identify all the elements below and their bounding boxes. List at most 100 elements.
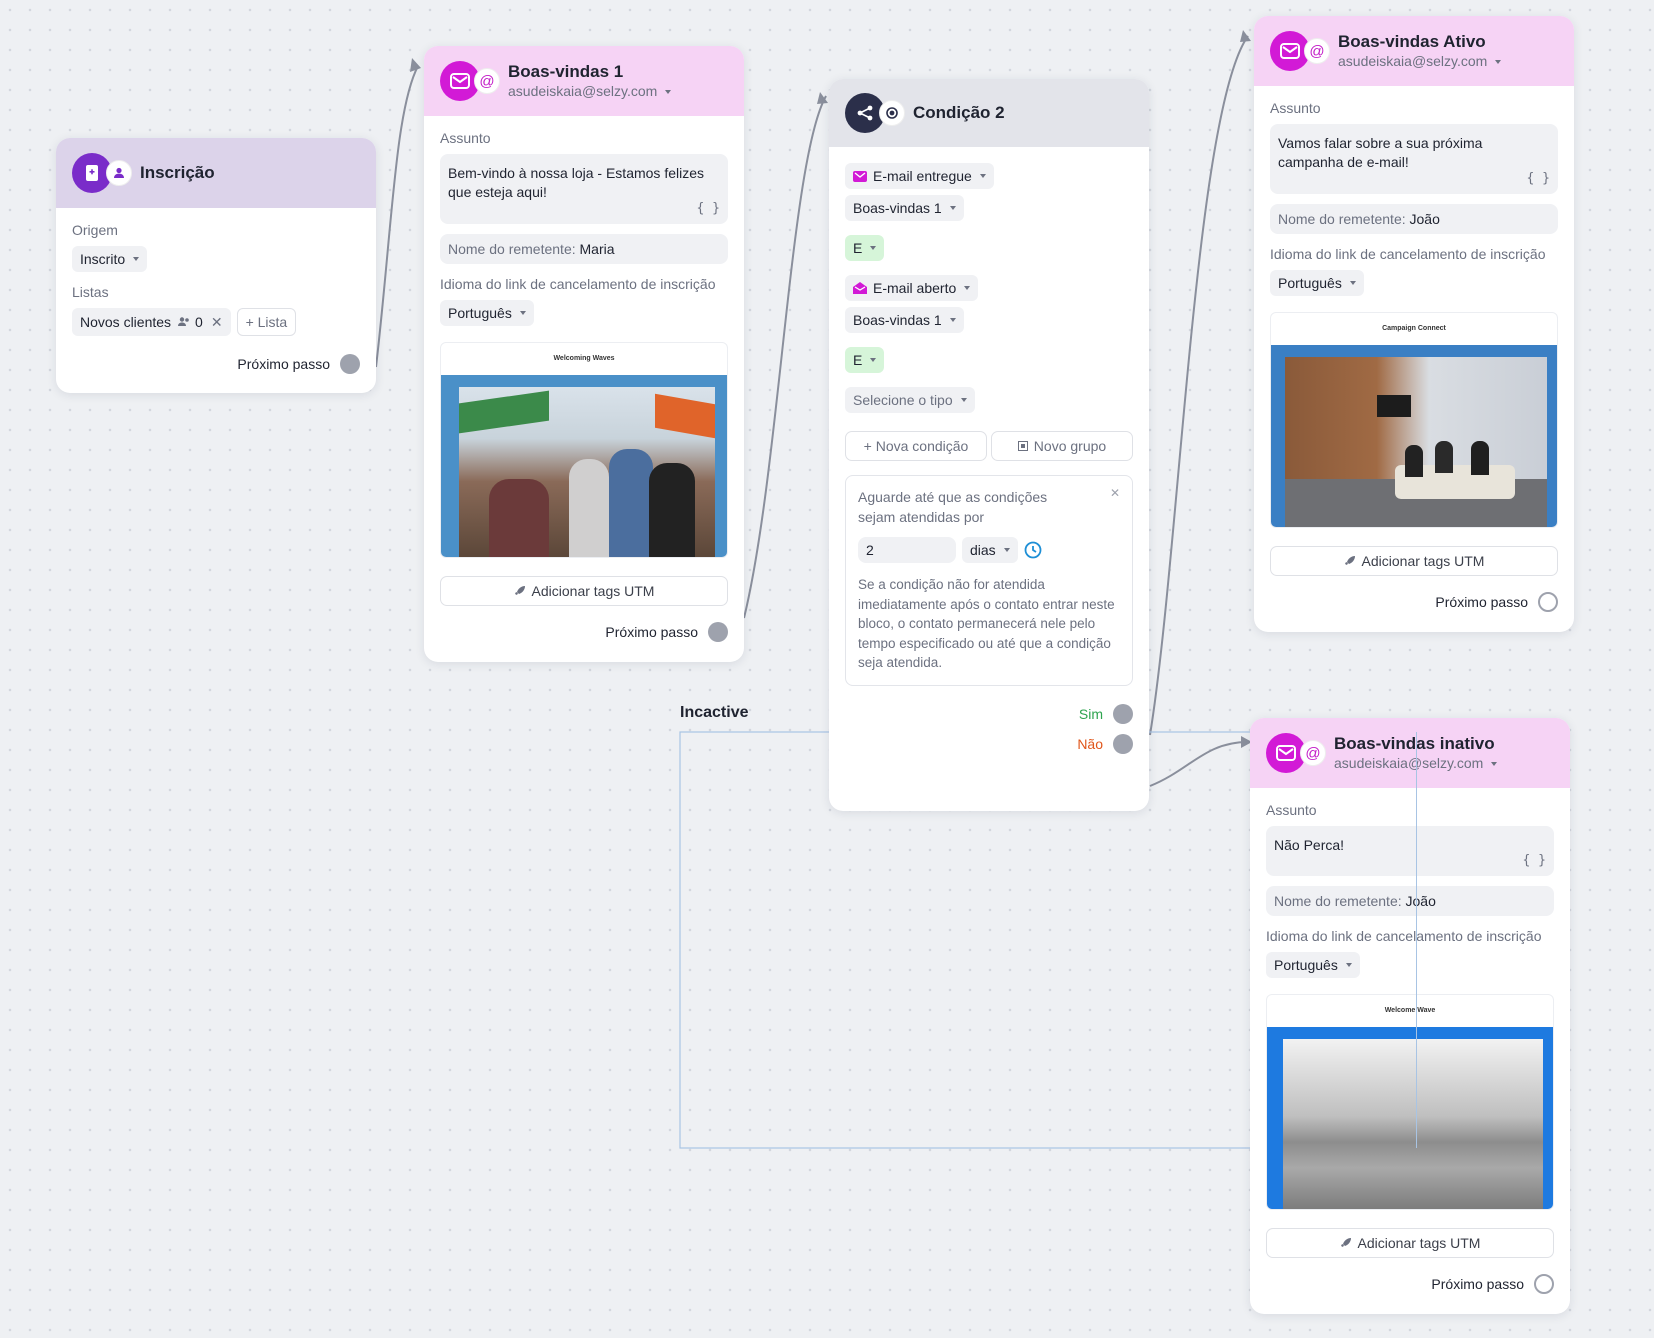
list-chip[interactable]: Novos clientes 0 ✕ <box>72 308 231 336</box>
meeting-room-photo <box>1271 345 1557 527</box>
origem-label: Origem <box>72 222 118 238</box>
sender-name-field[interactable]: Nome do remetente: Maria <box>440 234 728 264</box>
sender-name-field[interactable]: Nome do remetente: João <box>1270 204 1558 234</box>
inativo-node[interactable]: @ Boas-vindas inativo asudeiskaia@selzy.… <box>1250 718 1570 1314</box>
add-list-button[interactable]: + Lista <box>236 308 297 336</box>
condition-email-delivered[interactable]: E-mail entregue <box>845 163 994 189</box>
braces-icon[interactable]: { } <box>1527 170 1550 188</box>
node-title: Boas-vindas 1 <box>508 62 624 82</box>
next-step-connector[interactable] <box>708 622 728 642</box>
sender-email-select[interactable]: asudeiskaia@selzy.com <box>1338 53 1502 70</box>
next-step-connector[interactable] <box>1534 1274 1554 1294</box>
clock-icon[interactable] <box>1024 541 1042 559</box>
operator-and-1[interactable]: E <box>845 235 885 261</box>
sender-name-field[interactable]: Nome do remetente: João <box>1266 886 1554 916</box>
origem-select[interactable]: Inscrito <box>72 246 148 272</box>
node-title: Inscrição <box>140 162 215 182</box>
group-icon <box>1017 441 1028 451</box>
language-label: Idioma do link de cancelamento de inscri… <box>1270 246 1546 262</box>
language-label: Idioma do link de cancelamento de inscri… <box>1266 928 1542 944</box>
bv1-node[interactable]: @ Boas-vindas 1 asudeiskaia@selzy.com As… <box>424 46 744 662</box>
next-step-label: Próximo passo <box>237 356 330 372</box>
preview-title: Welcome Wave <box>1384 1007 1436 1014</box>
language-select[interactable]: Português <box>440 300 534 326</box>
remove-list-icon[interactable]: ✕ <box>211 314 223 331</box>
assunto-label: Assunto <box>440 130 491 146</box>
braces-icon[interactable]: { } <box>697 200 720 218</box>
language-label: Idioma do link de cancelamento de inscri… <box>440 276 716 292</box>
chevron-down-icon <box>870 246 877 250</box>
email-delivered-icon <box>853 170 867 182</box>
assunto-label: Assunto <box>1270 100 1321 116</box>
email-preview[interactable]: Campaign Connect <box>1270 312 1558 528</box>
market-photo <box>441 375 727 557</box>
chevron-down-icon <box>979 174 986 178</box>
listas-label: Listas <box>72 284 109 300</box>
next-step-connector[interactable] <box>1538 592 1558 612</box>
wire-inscricao-bv1 <box>375 65 419 368</box>
next-step-connector[interactable] <box>340 354 360 374</box>
at-icon: @ <box>1300 740 1326 766</box>
wait-info-text: Se a condição não for atendida imediatam… <box>858 577 1115 671</box>
inscricao-header: Inscrição <box>56 138 376 208</box>
rocket-icon <box>1344 556 1355 565</box>
email-preview[interactable]: Welcome Wave <box>1266 994 1554 1210</box>
close-icon[interactable]: ✕ <box>1110 486 1120 500</box>
language-select[interactable]: Português <box>1270 270 1364 296</box>
rocket-icon <box>514 586 525 595</box>
ativo-node[interactable]: @ Boas-vindas Ativo asudeiskaia@selzy.co… <box>1254 16 1574 632</box>
no-branch-label: Não <box>1077 736 1103 752</box>
condition-campaign-select-1[interactable]: Boas-vindas 1 <box>845 195 964 221</box>
rocket-icon <box>1340 1238 1351 1247</box>
chevron-down-icon <box>133 257 140 261</box>
chevron-down-icon <box>949 318 956 322</box>
chevron-down-icon <box>519 311 526 315</box>
chevron-down-icon <box>1345 963 1352 967</box>
incactive-group-label: Incactive <box>680 704 749 721</box>
users-icon <box>178 317 189 326</box>
chevron-down-icon <box>1003 548 1010 553</box>
chevron-down-icon <box>665 90 672 95</box>
condition-email-opened[interactable]: E-mail aberto <box>845 275 979 301</box>
next-step-label: Próximo passo <box>1435 594 1528 610</box>
chevron-down-icon <box>960 398 967 402</box>
assunto-label: Assunto <box>1266 802 1317 818</box>
utm-button[interactable]: Adicionar tags UTM <box>1270 546 1558 576</box>
subject-field[interactable]: Não Perca! { } <box>1266 826 1554 876</box>
wait-text: Aguarde até que as condições sejam atend… <box>858 489 1048 525</box>
braces-icon[interactable]: { } <box>1523 852 1546 870</box>
email-opened-icon <box>853 282 867 294</box>
wait-value-input[interactable]: 2 <box>858 537 956 564</box>
wait-unit-select[interactable]: dias <box>962 537 1018 564</box>
sender-email-select[interactable]: asudeiskaia@selzy.com <box>508 83 672 100</box>
new-group-button[interactable]: Novo grupo <box>991 431 1133 461</box>
inscricao-node[interactable]: Inscrição Origem Inscrito Listas Novos c… <box>56 138 376 393</box>
operator-and-2[interactable]: E <box>845 347 885 373</box>
subject-field[interactable]: Vamos falar sobre a sua próxima campanha… <box>1270 124 1558 194</box>
language-select[interactable]: Português <box>1266 952 1360 978</box>
chevron-down-icon <box>949 206 956 210</box>
yes-branch-connector[interactable] <box>1113 704 1133 724</box>
subject-field[interactable]: Bem-vindo à nossa loja - Estamos felizes… <box>440 154 728 224</box>
node-title: Condição 2 <box>913 102 1005 122</box>
chevron-down-icon <box>1349 281 1356 285</box>
new-condition-button[interactable]: + Nova condição <box>845 431 987 461</box>
wait-box: ✕ Aguarde até que as condições sejam ate… <box>845 475 1133 686</box>
condition-campaign-select-2[interactable]: Boas-vindas 1 <box>845 307 964 333</box>
no-branch-connector[interactable] <box>1113 734 1133 754</box>
at-icon: @ <box>1304 38 1330 64</box>
email-preview[interactable]: Welcoming Waves <box>440 342 728 558</box>
condition-header: Condição 2 <box>829 79 1149 147</box>
type-select[interactable]: Selecione o tipo <box>845 387 975 413</box>
wire-bv1-cond <box>743 95 827 619</box>
chevron-down-icon <box>1491 762 1498 767</box>
chevron-down-icon <box>870 358 877 362</box>
record-icon <box>879 100 905 126</box>
chevron-down-icon <box>1495 60 1502 65</box>
condition-node[interactable]: Condição 2 E-mail entregue Boas-vindas 1… <box>829 79 1149 811</box>
at-icon: @ <box>474 68 500 94</box>
yes-branch-label: Sim <box>1078 706 1103 722</box>
utm-button[interactable]: Adicionar tags UTM <box>1266 1228 1554 1258</box>
utm-button[interactable]: Adicionar tags UTM <box>440 576 728 606</box>
next-step-label: Próximo passo <box>1431 1276 1524 1292</box>
